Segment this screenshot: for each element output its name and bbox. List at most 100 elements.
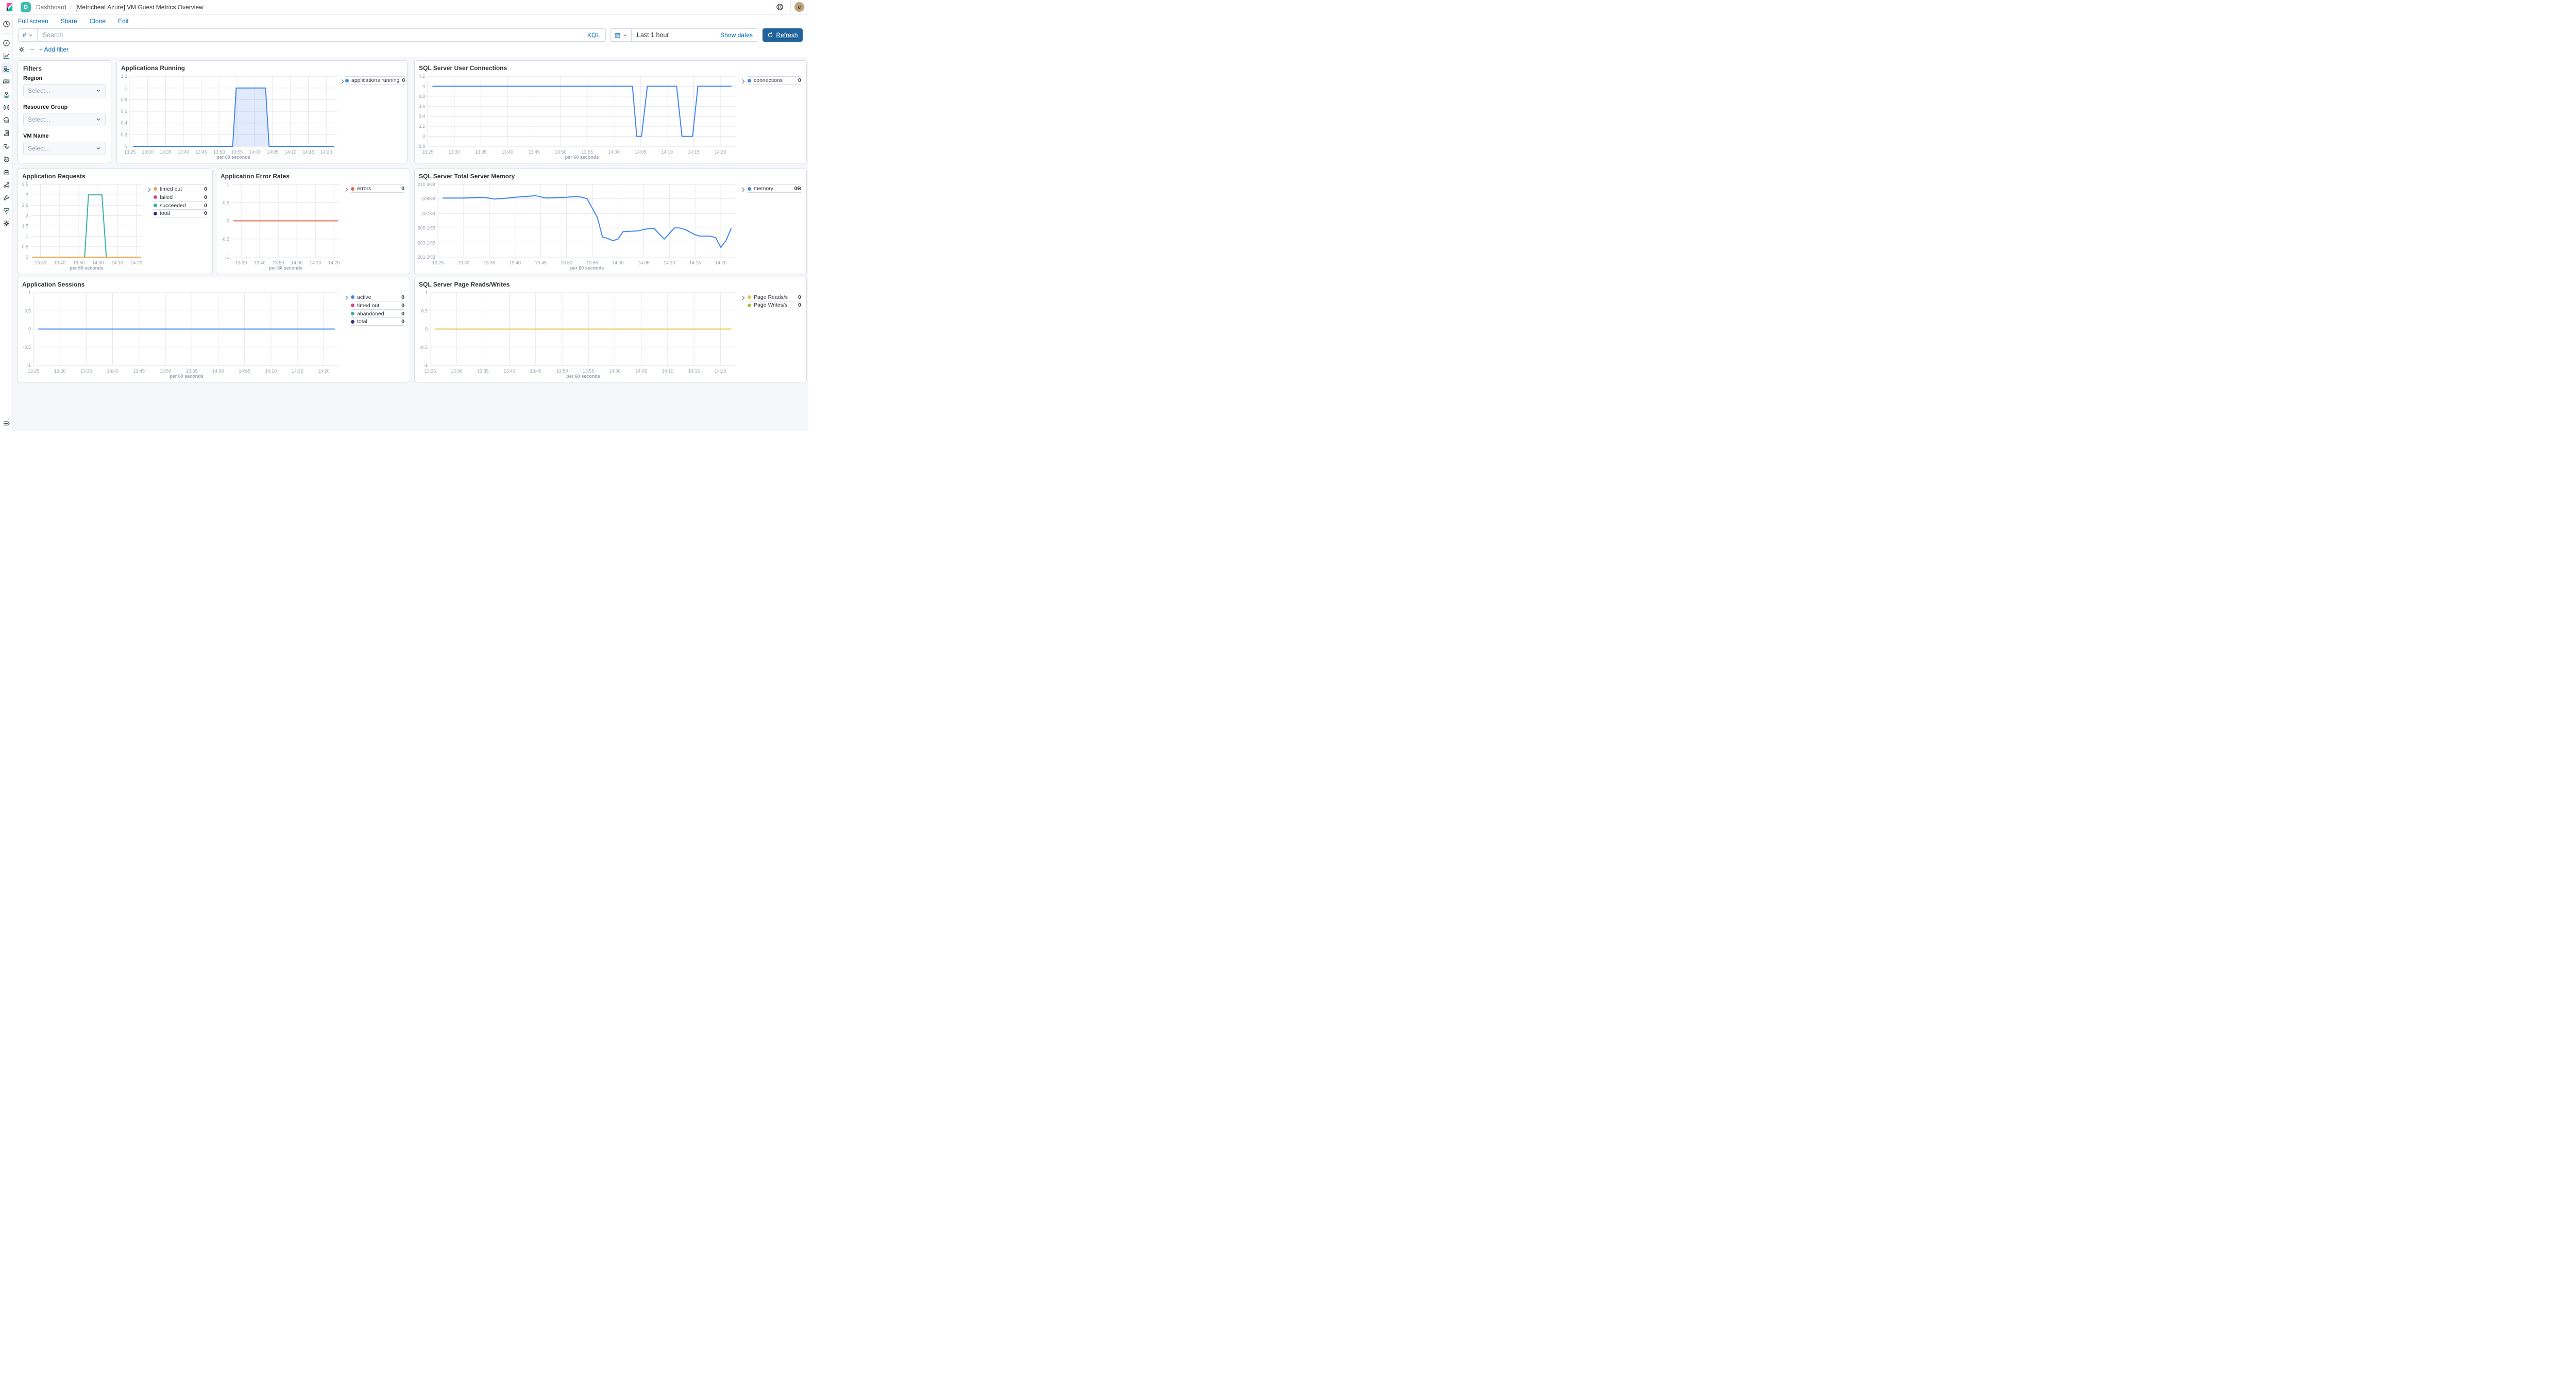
resource-group-select[interactable]: Select... <box>23 113 106 126</box>
svg-text:1: 1 <box>28 290 31 295</box>
sidebar-item-machine-learning[interactable] <box>1 102 12 113</box>
sidebar-item-recently-viewed[interactable] <box>1 19 12 29</box>
user-avatar[interactable]: e <box>794 2 804 12</box>
svg-text:13:35: 13:35 <box>477 368 489 374</box>
svg-text:14:00: 14:00 <box>609 368 621 374</box>
legend-expand-icon[interactable] <box>739 184 748 273</box>
chart-memory[interactable]: 201.2KB203.1KB205.1KB207KB209KB210.9KB13… <box>416 180 739 273</box>
filter-options-button[interactable] <box>18 46 25 53</box>
svg-text:1.2: 1.2 <box>121 74 127 79</box>
panel-page_rw: SQL Server Page Reads/Writes-1-0.500.511… <box>415 277 806 382</box>
legend-item[interactable]: total0 <box>351 317 404 326</box>
region-select[interactable]: Select... <box>23 84 106 97</box>
sidebar-item-apm[interactable] <box>1 141 12 152</box>
legend-expand-icon[interactable] <box>343 184 351 273</box>
chevron-down-icon <box>96 117 101 122</box>
menu-link-share[interactable]: Share <box>61 18 77 25</box>
chart-connections[interactable]: 2.833.23.43.63.844.213:2513:3013:3513:40… <box>416 72 739 162</box>
svg-text:3.6: 3.6 <box>418 104 425 109</box>
logs-icon <box>3 129 10 137</box>
svg-text:per 60 seconds: per 60 seconds <box>565 155 599 160</box>
menu-link-clone[interactable]: Clone <box>90 18 106 25</box>
app-sidebar <box>0 14 13 431</box>
search-input[interactable] <box>38 31 582 39</box>
legend-item[interactable]: connections0 <box>748 76 801 85</box>
sidebar-item-stack-monitoring[interactable] <box>1 205 12 216</box>
add-filter-button[interactable]: + Add filter <box>39 46 69 53</box>
compass-icon <box>3 39 10 47</box>
sidebar-item-logs[interactable] <box>1 128 12 139</box>
legend-color-dot <box>154 204 157 207</box>
space-badge[interactable]: D <box>21 2 31 12</box>
legend-item[interactable]: succeeded0 <box>154 201 207 209</box>
svg-text:13:55: 13:55 <box>586 260 598 265</box>
chart-page_rw[interactable]: -1-0.500.5113:2513:3013:3513:4013:4513:5… <box>416 289 739 381</box>
svg-text:14:20: 14:20 <box>131 260 143 265</box>
menu-link-edit[interactable]: Edit <box>118 18 129 25</box>
sidebar-item-management[interactable] <box>1 218 12 229</box>
svg-text:14:20: 14:20 <box>715 368 726 374</box>
legend-item[interactable]: Page Reads/s0 <box>748 293 801 301</box>
chart-errors[interactable]: -1-0.500.5113:3013:4013:5014:0014:1014:2… <box>217 180 343 273</box>
sidebar-item-canvas[interactable] <box>1 76 12 87</box>
devtools-icon <box>3 194 10 201</box>
legend-item[interactable]: failed0 <box>154 193 207 201</box>
sidebar-item-discover[interactable] <box>1 38 12 48</box>
refresh-button[interactable]: Refresh <box>762 28 803 42</box>
svg-text:-1: -1 <box>27 363 31 368</box>
legend-item[interactable]: total0 <box>154 209 207 217</box>
sidebar-item-graph[interactable] <box>1 179 12 190</box>
svg-text:203.1KB: 203.1KB <box>417 240 435 245</box>
menu-link-full-screen[interactable]: Full screen <box>18 18 48 25</box>
legend-item[interactable]: Page Writes/s0 <box>748 301 801 309</box>
svg-text:-0.5: -0.5 <box>23 345 31 350</box>
svg-text:14:10: 14:10 <box>310 260 321 265</box>
panel-errors: Application Error Rates-1-0.500.5113:301… <box>216 169 410 274</box>
sidebar-item-uptime[interactable] <box>1 154 12 164</box>
sidebar-item-visualize[interactable] <box>1 51 12 61</box>
breadcrumb-dashboard-link[interactable]: Dashboard <box>36 4 66 11</box>
sidebar-item-dev-tools[interactable] <box>1 192 12 203</box>
chart-sessions[interactable]: -1-0.500.5113:2513:3013:3513:4013:4513:5… <box>19 289 343 381</box>
vm-name-select[interactable]: Select... <box>23 142 106 155</box>
nav-expand-icon[interactable] <box>3 419 10 427</box>
legend-expand-icon[interactable] <box>145 184 154 273</box>
sidebar-item-dashboard[interactable] <box>1 63 12 74</box>
legend-expand-icon[interactable] <box>739 76 748 162</box>
svg-text:2: 2 <box>26 213 28 218</box>
panel-title: Applications Running <box>117 61 407 72</box>
chart-apps_running[interactable]: 00.20.40.60.811.213:2513:3013:3513:4013:… <box>118 72 340 162</box>
time-range-value[interactable]: Last 1 hour <box>632 31 669 39</box>
legend-expand-icon[interactable] <box>739 293 748 381</box>
legend-item[interactable]: memory0B <box>748 184 801 193</box>
kql-language-button[interactable]: KQL <box>582 31 605 39</box>
show-dates-button[interactable]: Show dates <box>720 31 758 39</box>
legend-expand-icon[interactable] <box>340 76 345 162</box>
date-picker: Last 1 hour Show dates <box>610 28 758 42</box>
sidebar-item-siem[interactable] <box>1 166 12 177</box>
svg-text:per 60 seconds: per 60 seconds <box>269 265 303 271</box>
header-divider <box>790 0 791 14</box>
legend-expand-icon[interactable] <box>343 293 351 381</box>
hash-icon: # <box>23 31 26 39</box>
legend-item[interactable]: active0 <box>351 293 404 301</box>
legend-item[interactable]: abandoned0 <box>351 309 404 317</box>
legend-item[interactable]: errors0 <box>351 184 404 193</box>
legend-item[interactable]: timed out0 <box>351 301 404 309</box>
chart-requests[interactable]: 00.511.522.533.513:3013:4013:5014:0014:1… <box>19 180 145 273</box>
svg-text:0.6: 0.6 <box>121 109 127 114</box>
svg-text:3: 3 <box>422 134 425 139</box>
kibana-logo-icon[interactable] <box>3 3 15 11</box>
svg-text:1: 1 <box>227 182 229 187</box>
svg-text:13:50: 13:50 <box>561 260 572 265</box>
help-menu-button[interactable] <box>769 3 790 11</box>
svg-text:13:40: 13:40 <box>509 260 521 265</box>
saved-query-menu-button[interactable]: # <box>19 29 38 41</box>
panel-title: Filters <box>18 61 111 74</box>
sidebar-item-metrics[interactable] <box>1 115 12 126</box>
legend-item[interactable]: timed out0 <box>154 184 207 193</box>
date-quick-select-button[interactable] <box>611 29 632 41</box>
svg-text:4: 4 <box>422 83 425 89</box>
sidebar-item-maps[interactable] <box>1 89 12 100</box>
legend-item[interactable]: applications running0 <box>345 76 405 85</box>
